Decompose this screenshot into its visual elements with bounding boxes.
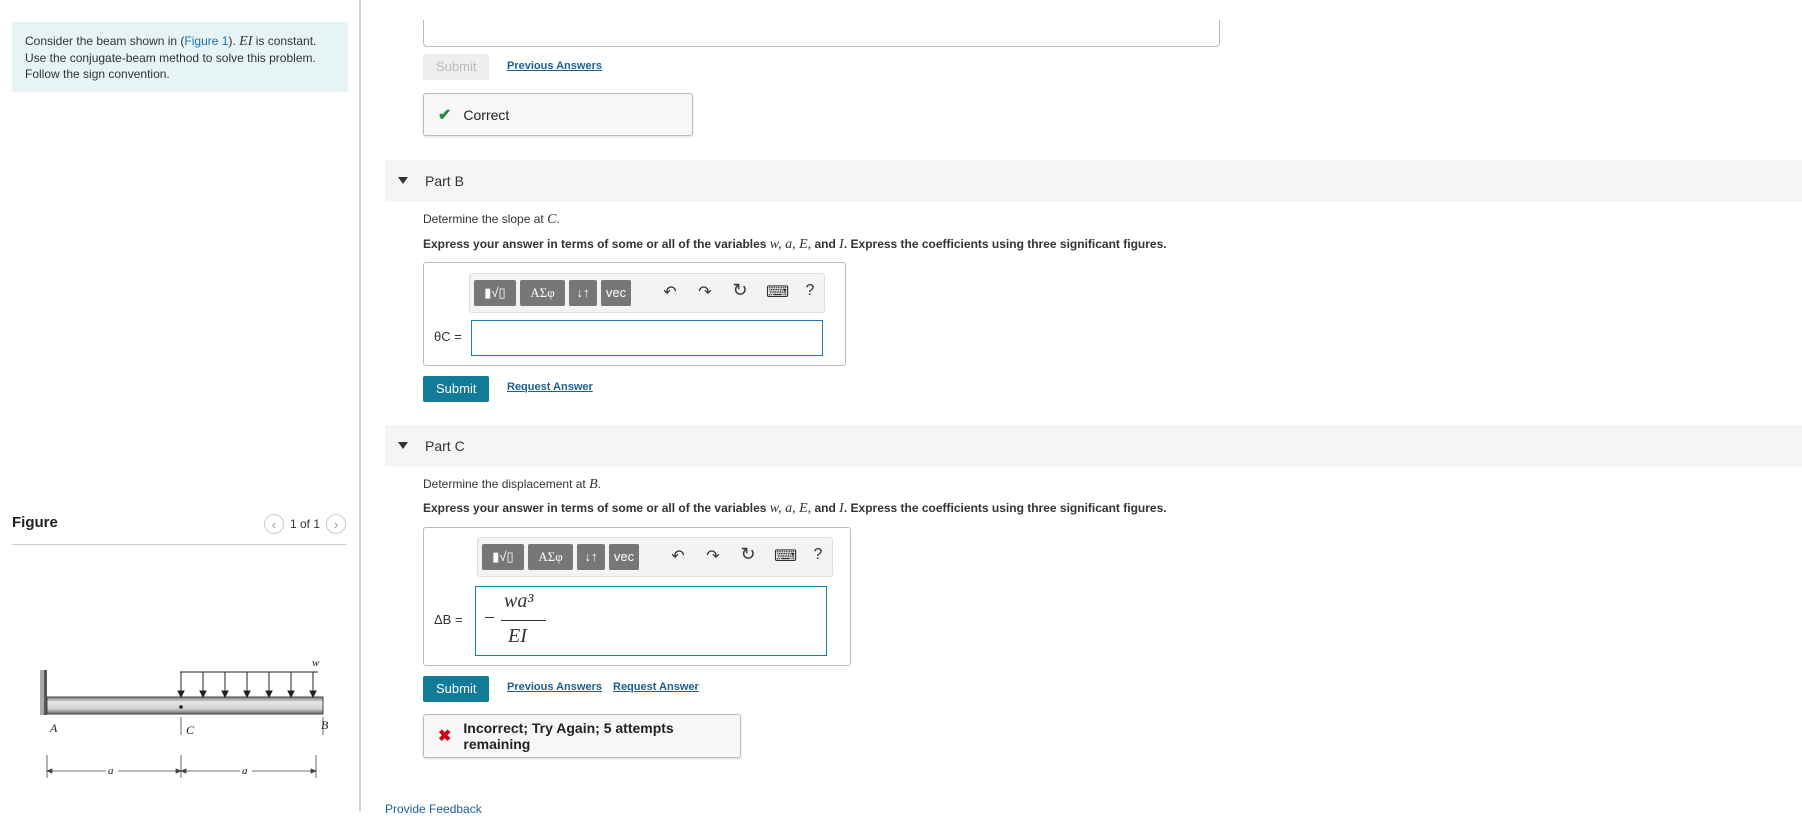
provide-feedback-link[interactable]: Provide Feedback [385,802,482,816]
part-b-question: Determine the slope at C. [423,212,560,227]
part-c-previous-answers-link[interactable]: Previous Answers [507,681,602,693]
next-figure-button[interactable]: › [326,514,346,534]
part-c-feedback: ✖ Incorrect; Try Again; 5 attempts remai… [423,714,741,758]
undo-icon[interactable]: ↶ [660,282,680,302]
delta-b-input[interactable]: − wa³ EI [475,586,827,656]
vector-button[interactable]: vec [601,280,631,306]
arrows-button[interactable]: ↓↑ [577,544,605,570]
theta-c-label: θC = [434,329,462,344]
x-mark-icon: ✖ [438,728,452,745]
figure-pager: ‹ 1 of 1 › [263,514,346,534]
collapse-triangle-icon [398,177,408,184]
part-a-previous-answers-link[interactable]: Previous Answers [507,60,602,72]
point-label-c: C [186,723,195,737]
part-c-instruction: Express your answer in terms of some or … [423,501,1167,516]
dim-label-a2: a [242,765,248,777]
prev-figure-button[interactable]: ‹ [263,514,284,534]
vector-button[interactable]: vec [609,544,639,570]
part-c-request-answer-link[interactable]: Request Answer [613,681,699,693]
part-a-submit-button[interactable]: Submit [423,54,490,80]
templates-button[interactable]: ▮√▯ [482,544,524,570]
part-b-request-answer-link[interactable]: Request Answer [507,381,593,393]
delta-b-label: ΔB = [434,612,463,627]
problem-statement: Consider the beam shown in (Figure 1). E… [12,22,348,92]
answer-denominator: EI [508,625,527,647]
figure-header: Figure ‹ 1 of 1 › [12,510,346,545]
dim-label-a1: a [108,765,114,777]
help-icon[interactable]: ? [808,546,828,564]
point-label-a: A [49,721,58,735]
figure-link[interactable]: Figure 1 [184,34,228,48]
beam-figure: w A C B a a [40,657,329,778]
answer-sign: − [484,607,496,629]
figure-title: Figure [12,514,58,531]
arrows-button[interactable]: ↓↑ [569,280,597,306]
redo-icon[interactable]: ↷ [703,546,723,566]
part-c-math-toolbar: ▮√▯ ΑΣφ ↓↑ vec ↶ ↷ ↻ ⌨ ? [477,537,833,577]
help-icon[interactable]: ? [800,282,820,300]
reset-icon[interactable]: ↻ [730,280,750,301]
part-b-header[interactable]: Part B [385,160,1802,202]
part-b-instruction: Express your answer in terms of some or … [423,237,1167,252]
load-label-w: w [312,657,320,669]
templates-button[interactable]: ▮√▯ [474,280,516,306]
part-b-math-toolbar: ▮√▯ ΑΣφ ↓↑ vec ↶ ↷ ↻ ⌨ ? [469,273,825,313]
redo-icon[interactable]: ↷ [695,282,715,302]
answer-numerator: wa³ [504,590,534,612]
problem-pane: Consider the beam shown in (Figure 1). E… [0,0,361,811]
part-b-answer-box: ▮√▯ ΑΣφ ↓↑ vec ↶ ↷ ↻ ⌨ ? θC = [423,262,846,366]
greek-symbols-button[interactable]: ΑΣφ [528,544,573,570]
keyboard-icon[interactable]: ⌨ [766,282,789,302]
part-c-header[interactable]: Part C [385,425,1802,467]
part-a-answer-field[interactable] [423,20,1220,47]
greek-symbols-button[interactable]: ΑΣφ [520,280,565,306]
figure-page-count: 1 of 1 [289,517,320,531]
reset-icon[interactable]: ↻ [738,544,758,565]
part-a-feedback: ✔ Correct [423,93,693,136]
undo-icon[interactable]: ↶ [668,546,688,566]
part-c-submit-button[interactable]: Submit [423,676,490,702]
fraction-bar [501,620,546,621]
part-c-question: Determine the displacement at B. [423,477,601,492]
check-icon: ✔ [438,106,452,124]
keyboard-icon[interactable]: ⌨ [774,546,797,566]
part-c-answer-box: ▮√▯ ΑΣφ ↓↑ vec ↶ ↷ ↻ ⌨ ? ΔB = − wa³ EI [423,527,851,666]
point-label-b: B [321,718,329,732]
part-b-submit-button[interactable]: Submit [423,376,490,402]
collapse-triangle-icon [398,442,408,449]
theta-c-input[interactable] [471,320,823,356]
